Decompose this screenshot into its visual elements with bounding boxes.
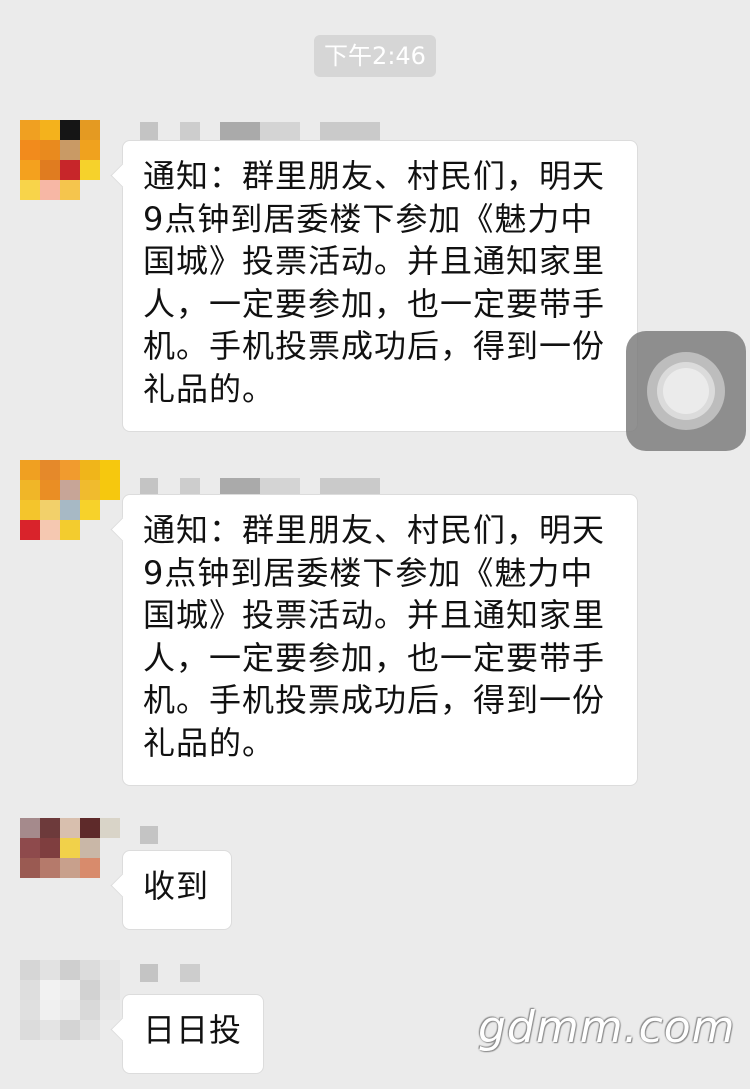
message-line: 礼品的。: [143, 369, 276, 408]
message-line: 通知：群里朋友、村民们，明天: [143, 511, 606, 549]
message-line: 人，一定要参加，也一定要带手: [143, 638, 606, 677]
message-bubble[interactable]: 收到: [122, 850, 232, 930]
message-line: 礼品的。: [143, 723, 276, 762]
message-bubble[interactable]: 日日投: [122, 994, 264, 1074]
avatar[interactable]: [20, 818, 120, 898]
avatar[interactable]: [20, 120, 120, 200]
message-text: 收到: [143, 867, 210, 905]
message-line: 通知：群里朋友、村民们，明天: [143, 157, 606, 195]
message-line: 人，一定要参加，也一定要带手: [143, 284, 606, 323]
sender-name: [140, 122, 380, 140]
message-line: 机。手机投票成功后，得到一份: [143, 327, 606, 365]
message-line: 国城》投票活动。并且通知家里: [143, 242, 606, 280]
assistive-touch-ring-inner: [663, 368, 709, 414]
avatar[interactable]: [20, 960, 120, 1040]
sender-name: [140, 826, 170, 844]
message-line: 国城》投票活动。并且通知家里: [143, 596, 606, 634]
avatar[interactable]: [20, 460, 120, 540]
message-text: 日日投: [143, 1011, 243, 1049]
timestamp: 下午2:46: [314, 35, 436, 77]
assistive-touch-icon[interactable]: [626, 331, 746, 451]
sender-name: [140, 964, 220, 982]
message-bubble[interactable]: 通知：群里朋友、村民们，明天 9点钟到居委楼下参加《魅力中 国城》投票活动。并且…: [122, 494, 638, 786]
watermark: gdmm.com: [478, 1002, 736, 1053]
message-bubble[interactable]: 通知：群里朋友、村民们，明天 9点钟到居委楼下参加《魅力中 国城》投票活动。并且…: [122, 140, 638, 432]
message-line: 9点钟到居委楼下参加《魅力中: [143, 199, 594, 238]
message-line: 9点钟到居委楼下参加《魅力中: [143, 553, 594, 592]
message-line: 机。手机投票成功后，得到一份: [143, 681, 606, 719]
